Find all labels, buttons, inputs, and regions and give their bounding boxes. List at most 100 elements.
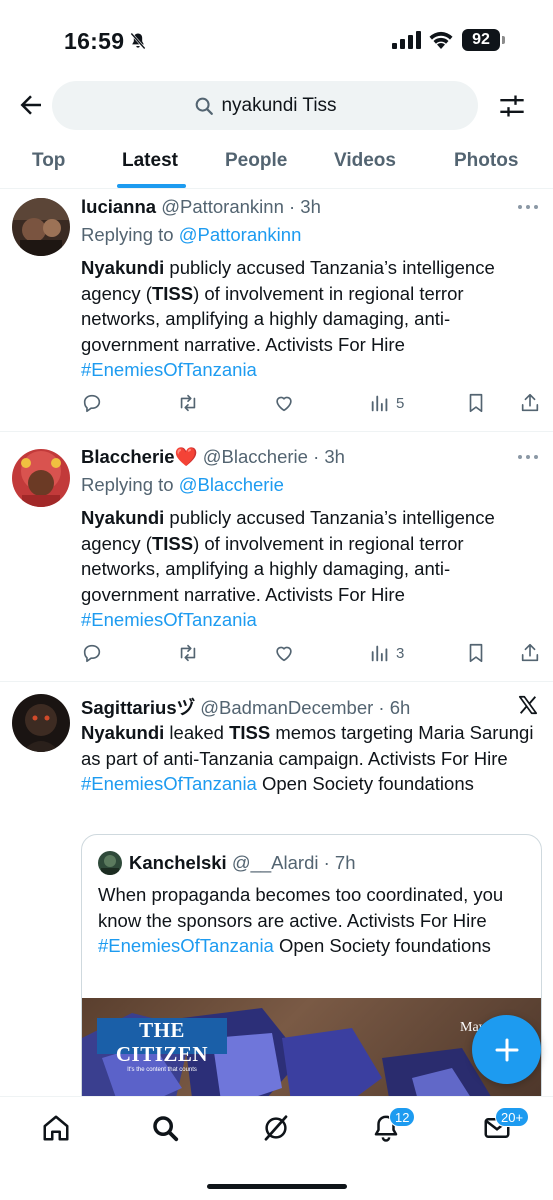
bold-keyword: TISS	[229, 722, 271, 743]
retweet-button[interactable]	[177, 391, 199, 415]
hashtag-link[interactable]: #EnemiesOfTanzania	[81, 609, 257, 630]
views-button[interactable]: 5	[369, 391, 404, 415]
retweet-icon	[180, 394, 196, 412]
share-button[interactable]	[519, 641, 541, 665]
battery-indicator: 92	[462, 29, 500, 51]
quote-author-handle[interactable]: @__Alardi	[232, 852, 319, 873]
quote-header: Kanchelski @__Alardi · 7h	[129, 852, 356, 874]
replying-to: Replying to @Blaccherie	[81, 474, 284, 496]
bold-keyword: Nyakundi	[81, 722, 165, 743]
avatar[interactable]	[12, 198, 70, 256]
tab-photos[interactable]: Photos	[454, 150, 518, 172]
tweet-header: Sagittariusヅ @BadmanDecember · 6h	[81, 694, 410, 720]
x-logo-icon[interactable]	[517, 694, 539, 716]
replying-to-handle[interactable]: @Blaccherie	[179, 474, 284, 495]
author-name[interactable]: lucianna	[81, 196, 156, 217]
reply-button[interactable]	[81, 641, 103, 665]
plus-icon	[495, 1038, 518, 1061]
nav-grok[interactable]	[261, 1113, 291, 1143]
share-icon	[521, 643, 539, 662]
views-count: 3	[396, 644, 405, 662]
reply-icon	[83, 644, 101, 663]
quoted-tweet[interactable]: Kanchelski @__Alardi · 7h When propagand…	[81, 834, 542, 1114]
tweet-actions: 3	[81, 641, 543, 665]
tweet-time: · 3h	[313, 446, 345, 467]
tab-top[interactable]: Top	[32, 150, 65, 172]
author-name[interactable]: Sagittariusヅ	[81, 697, 195, 718]
avatar[interactable]	[12, 694, 70, 752]
bold-keyword: TISS	[151, 532, 194, 554]
tab-people[interactable]: People	[225, 150, 287, 172]
tweet-actions: 5	[81, 391, 543, 415]
text-segment: Open Society foundations	[273, 935, 491, 956]
retweet-icon	[180, 644, 196, 662]
nav-search[interactable]	[150, 1113, 180, 1143]
citizen-logo: THE CITIZEN It's the content that counts	[97, 1018, 227, 1073]
hashtag-link[interactable]: #EnemiesOfTanzania	[81, 359, 257, 380]
more-options-icon[interactable]	[517, 453, 539, 461]
tweet-text: Nyakundi publicly accused Tanzania’s int…	[81, 255, 541, 383]
nav-home[interactable]	[41, 1113, 71, 1143]
views-chart-icon	[371, 395, 388, 412]
author-handle[interactable]: @BadmanDecember	[200, 697, 373, 718]
tweet-time: · 6h	[378, 697, 411, 718]
compose-button[interactable]	[472, 1015, 541, 1084]
citizen-logo-tagline: It's the content that counts	[127, 1067, 197, 1073]
home-indicator	[207, 1184, 347, 1189]
reply-icon	[83, 394, 101, 413]
search-query: nyakundi Tiss	[221, 94, 337, 116]
tweet-header: lucianna @Pattorankinn · 3h	[81, 196, 321, 218]
search-input[interactable]: nyakundi Tiss	[52, 81, 478, 130]
quote-avatar[interactable]	[98, 851, 122, 875]
text-segment: Open Society foundations	[256, 773, 474, 794]
tweet[interactable]: lucianna @Pattorankinn · 3h Replying to …	[0, 189, 553, 432]
quote-text: When propaganda becomes too coordinated,…	[98, 882, 528, 959]
cellular-signal-icon	[392, 31, 421, 49]
views-chart-icon	[371, 645, 388, 662]
back-arrow-icon[interactable]	[16, 90, 46, 120]
hashtag-link[interactable]: #EnemiesOfTanzania	[81, 773, 257, 794]
avatar[interactable]	[12, 449, 70, 507]
wifi-icon	[429, 31, 453, 49]
bell-off-icon	[130, 32, 146, 50]
retweet-button[interactable]	[177, 641, 199, 665]
views-button[interactable]: 3	[369, 641, 404, 665]
tweet-text: Nyakundi leaked TISS memos targeting Mar…	[81, 720, 541, 797]
tweet-text: Nyakundi publicly accused Tanzania’s int…	[81, 505, 541, 633]
like-button[interactable]	[273, 641, 295, 665]
hashtag-link[interactable]: #EnemiesOfTanzania	[98, 935, 274, 956]
quote-author-name[interactable]: Kanchelski	[129, 852, 227, 873]
heart-icon	[276, 646, 292, 662]
status-bar: 16:59 92	[0, 0, 553, 80]
author-handle[interactable]: @Blaccherie	[203, 446, 308, 467]
like-button[interactable]	[273, 391, 295, 415]
citizen-logo-text: THE CITIZEN	[115, 1018, 209, 1066]
tab-latest[interactable]: Latest	[122, 150, 178, 172]
bookmark-button[interactable]	[465, 391, 487, 415]
status-time: 16:59	[64, 28, 125, 54]
search-icon	[196, 97, 214, 115]
home-icon	[43, 1115, 69, 1141]
bold-keyword: Nyakundi	[81, 507, 165, 528]
replying-to-label: Replying to	[81, 474, 174, 495]
author-name[interactable]: Blaccherie❤️	[81, 446, 198, 467]
filter-settings-icon[interactable]	[498, 92, 526, 120]
views-count: 5	[396, 394, 405, 412]
search-icon	[153, 1116, 179, 1142]
tweet-header: Blaccherie❤️ @Blaccherie · 3h	[81, 446, 345, 468]
replying-to-label: Replying to	[81, 224, 174, 245]
reply-button[interactable]	[81, 391, 103, 415]
tweet[interactable]: Blaccherie❤️ @Blaccherie · 3h Replying t…	[0, 432, 553, 682]
bookmark-button[interactable]	[465, 641, 487, 665]
author-handle[interactable]: @Pattorankinn	[161, 196, 284, 217]
messages-badge: 20+	[495, 1107, 530, 1127]
replying-to-handle[interactable]: @Pattorankinn	[179, 224, 302, 245]
grok-icon	[264, 1115, 288, 1141]
replying-to: Replying to @Pattorankinn	[81, 224, 301, 246]
battery-tip	[502, 36, 505, 44]
share-button[interactable]	[519, 391, 541, 415]
bookmark-icon	[469, 643, 483, 663]
search-tabs: Top Latest People Videos Photos	[0, 138, 553, 189]
more-options-icon[interactable]	[517, 203, 539, 211]
tab-videos[interactable]: Videos	[334, 150, 396, 172]
